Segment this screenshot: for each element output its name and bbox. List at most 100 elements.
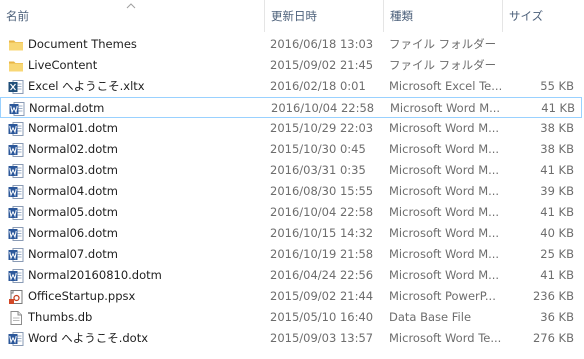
database-file-icon: [8, 310, 24, 326]
file-row[interactable]: Normal06.dotm 2016/10/15 14:32 Microsoft W…: [0, 223, 582, 244]
column-header-date[interactable]: 更新日時: [264, 0, 383, 32]
file-list: Document Themes 2016/06/18 13:03 ファイル フォルダ…: [0, 34, 584, 349]
folder-icon: [8, 58, 24, 74]
file-type: Microsoft Word Te...: [389, 331, 501, 345]
file-type: Microsoft Word M...: [389, 163, 500, 177]
file-date-modified: 2016/06/18 13:03: [270, 37, 374, 51]
file-date-modified: 2015/10/30 0:45: [270, 142, 366, 156]
column-header-date-label: 更新日時: [271, 9, 317, 23]
file-row[interactable]: OfficeStartup.ppsx 2015/09/02 21:44 Micros…: [0, 286, 582, 307]
column-header-type-label: 種類: [390, 9, 413, 23]
file-date-modified: 2015/05/10 16:40: [270, 310, 374, 324]
file-type: Microsoft Word M...: [389, 226, 500, 240]
column-header-size[interactable]: サイズ: [502, 0, 584, 32]
file-date-modified: 2016/03/31 0:35: [270, 163, 366, 177]
file-name: Normal05.dotm: [28, 205, 118, 219]
file-date-modified: 2015/10/29 22:03: [270, 121, 374, 135]
file-row[interactable]: LiveContent 2015/09/02 21:45 ファイル フォルダー: [0, 55, 582, 76]
file-size: 36 KB: [540, 310, 574, 324]
file-name: Normal06.dotm: [28, 226, 118, 240]
file-type: ファイル フォルダー: [389, 37, 497, 51]
folder-icon: [8, 37, 24, 53]
file-type: Data Base File: [389, 310, 472, 324]
file-row[interactable]: Thumbs.db 2015/05/10 16:40 Data Base File 3…: [0, 307, 582, 328]
file-size: 41 KB: [540, 163, 574, 177]
file-type: Microsoft Word M...: [389, 268, 500, 282]
word-icon: [8, 268, 24, 284]
file-row[interactable]: Normal03.dotm 2016/03/31 0:35 Microsoft Wo…: [0, 160, 582, 181]
file-name: OfficeStartup.ppsx: [28, 289, 136, 303]
file-row[interactable]: Excel へようこそ.xltx 2016/02/18 0:01 Microsoft…: [0, 76, 582, 97]
file-size: 276 KB: [532, 331, 574, 345]
file-type: Microsoft Word M...: [389, 121, 500, 135]
file-name: Document Themes: [28, 37, 137, 51]
file-date-modified: 2015/09/03 13:57: [270, 331, 374, 345]
word-icon: [8, 226, 24, 242]
file-type: ファイル フォルダー: [389, 58, 497, 72]
sort-up-icon: [126, 3, 136, 9]
file-size: [505, 55, 574, 76]
file-name: Word へようこそ.dotx: [28, 331, 149, 345]
word-icon: [8, 205, 24, 221]
file-row[interactable]: Normal20160810.dotm 2016/04/24 22:56 Micro…: [0, 265, 582, 286]
file-name: Excel へようこそ.xltx: [28, 79, 145, 93]
file-date-modified: 2016/10/04 22:58: [270, 205, 374, 219]
file-name: LiveContent: [28, 58, 98, 72]
file-size: 41 KB: [540, 205, 574, 219]
word-icon: [8, 331, 24, 347]
word-icon: [8, 184, 24, 200]
file-date-modified: 2016/10/19 21:58: [270, 247, 374, 261]
excel-icon: [8, 79, 24, 95]
file-size: 39 KB: [540, 184, 574, 198]
file-row[interactable]: Word へようこそ.dotx 2015/09/03 13:57 Microsoft…: [0, 328, 582, 349]
file-size: 25 KB: [540, 247, 574, 261]
word-icon: [8, 163, 24, 179]
file-size: 40 KB: [540, 226, 574, 240]
file-size: [505, 34, 574, 55]
file-name: Normal.dotm: [29, 101, 105, 115]
file-type: Microsoft Word M...: [389, 247, 500, 261]
word-icon: [9, 101, 25, 117]
file-row[interactable]: Normal05.dotm 2016/10/04 22:58 Microsoft W…: [0, 202, 582, 223]
file-row[interactable]: Normal01.dotm 2015/10/29 22:03 Microsoft W…: [0, 118, 582, 139]
word-icon: [8, 142, 24, 158]
powerpoint-icon: [8, 289, 24, 305]
file-size: 38 KB: [540, 121, 574, 135]
file-type: Microsoft PowerP...: [389, 289, 496, 303]
file-row[interactable]: Normal07.dotm 2016/10/19 21:58 Microsoft W…: [0, 244, 582, 265]
file-row[interactable]: Normal04.dotm 2016/08/30 15:55 Microsoft W…: [0, 181, 582, 202]
file-size: 41 KB: [541, 101, 575, 115]
file-size: 55 KB: [540, 79, 574, 93]
file-date-modified: 2016/10/15 14:32: [270, 226, 374, 240]
file-name: Normal03.dotm: [28, 163, 118, 177]
file-name: Normal04.dotm: [28, 184, 118, 198]
column-header-bar: 名前 更新日時 種類 サイズ: [0, 0, 584, 32]
file-date-modified: 2015/09/02 21:44: [270, 289, 374, 303]
file-name: Thumbs.db: [28, 310, 93, 324]
column-header-size-label: サイズ: [509, 9, 544, 23]
word-icon: [8, 121, 24, 137]
file-date-modified: 2016/10/04 22:58: [271, 101, 375, 115]
file-type: Microsoft Word M...: [390, 101, 501, 115]
file-row[interactable]: Normal02.dotm 2015/10/30 0:45 Microsoft Wo…: [0, 139, 582, 160]
file-name: Normal02.dotm: [28, 142, 118, 156]
file-size: 236 KB: [532, 289, 574, 303]
file-date-modified: 2016/04/24 22:56: [270, 268, 374, 282]
file-row[interactable]: Document Themes 2016/06/18 13:03 ファイル フォルダ…: [0, 34, 582, 55]
file-size: 38 KB: [540, 142, 574, 156]
file-size: 41 KB: [540, 268, 574, 282]
word-icon: [8, 247, 24, 263]
file-type: Microsoft Word M...: [389, 184, 500, 198]
file-name: Normal01.dotm: [28, 121, 118, 135]
file-type: Microsoft Word M...: [389, 205, 500, 219]
column-header-type[interactable]: 種類: [383, 0, 502, 32]
file-date-modified: 2015/09/02 21:45: [270, 58, 374, 72]
column-header-name-label: 名前: [6, 9, 29, 23]
file-date-modified: 2016/02/18 0:01: [270, 79, 366, 93]
file-type: Microsoft Word M...: [389, 142, 500, 156]
file-type: Microsoft Excel Te...: [389, 79, 501, 93]
file-name: Normal07.dotm: [28, 247, 118, 261]
file-row[interactable]: Normal.dotm 2016/10/04 22:58 Microsoft Wor…: [0, 97, 582, 118]
file-date-modified: 2016/08/30 15:55: [270, 184, 374, 198]
file-name: Normal20160810.dotm: [28, 268, 162, 282]
